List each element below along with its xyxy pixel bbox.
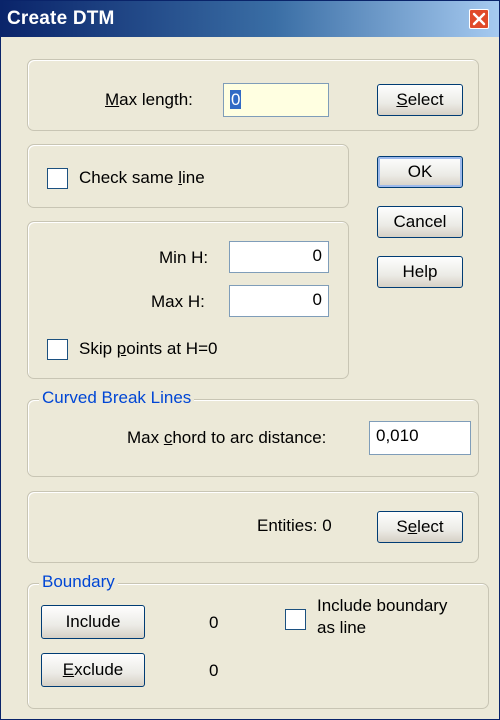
skip-points-checkbox[interactable] — [47, 339, 68, 360]
close-icon[interactable] — [469, 9, 489, 29]
exclude-boundary-button[interactable]: Exclude — [41, 653, 145, 687]
chord-distance-input[interactable]: 0,010 — [369, 421, 471, 455]
cancel-button[interactable]: Cancel — [377, 206, 463, 238]
max-h-label: Max H: — [151, 292, 205, 311]
entities-select-button[interactable]: Select — [377, 511, 463, 543]
include-count: 0 — [209, 613, 219, 632]
min-h-label: Min H: — [159, 248, 209, 267]
dialog-title: Create DTM — [7, 8, 115, 29]
help-button[interactable]: Help — [377, 256, 463, 288]
entities-count-label: Entities: 0 — [257, 516, 332, 535]
ok-button[interactable]: OK — [377, 156, 463, 188]
curved-break-lines-legend: Curved Break Lines — [39, 388, 195, 408]
skip-points-label: Skip points at H=0 — [79, 339, 218, 358]
include-as-line-label-1: Include boundary — [317, 596, 448, 615]
max-length-label: Max length: — [105, 90, 193, 109]
max-h-input[interactable]: 0 — [229, 285, 329, 317]
create-dtm-dialog: Create DTM Max length: 0 Select Check sa… — [0, 0, 500, 720]
min-h-input[interactable]: 0 — [229, 241, 329, 273]
boundary-legend: Boundary — [39, 572, 118, 592]
exclude-count: 0 — [209, 661, 219, 680]
check-same-line-label: Check same line — [79, 168, 205, 187]
max-length-input[interactable]: 0 — [223, 83, 329, 117]
include-as-line-label-2: as line — [317, 618, 367, 637]
include-as-line-checkbox[interactable] — [285, 609, 306, 630]
include-boundary-button[interactable]: Include — [41, 605, 145, 639]
title-bar[interactable]: Create DTM — [1, 1, 499, 37]
check-same-line-checkbox[interactable] — [47, 168, 68, 189]
chord-distance-label: Max chord to arc distance: — [127, 428, 327, 447]
max-length-select-button[interactable]: Select — [377, 84, 463, 116]
